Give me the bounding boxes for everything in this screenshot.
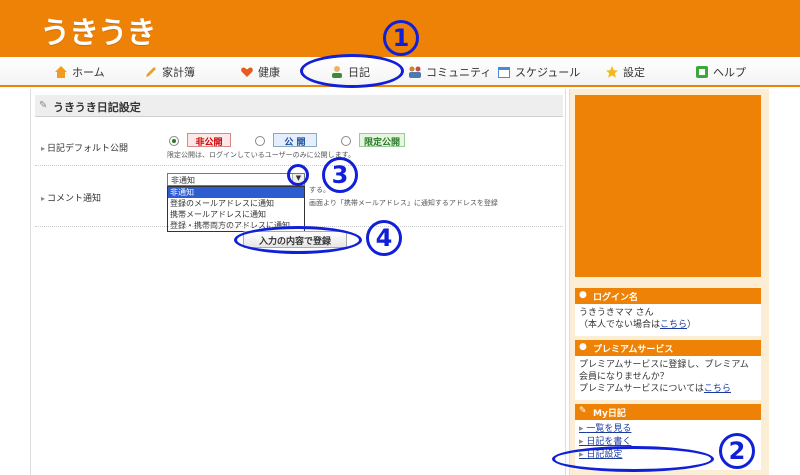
- people-icon: [409, 66, 421, 78]
- pencil-icon: [146, 67, 156, 77]
- page: うきうき ホーム 家計簿 健康 日記 コミュニティ スケジュール 設定 ヘルプ …: [0, 0, 800, 475]
- option-limited[interactable]: 限定公開: [359, 133, 405, 148]
- premium-heading: ● プレミアムサービス: [575, 340, 761, 356]
- annotation-ring-diary: [300, 54, 404, 88]
- radio-limited[interactable]: [341, 136, 351, 146]
- nav-label: 家計簿: [162, 66, 195, 79]
- login-name: うきうきママ さん: [579, 308, 654, 318]
- public-note: 限定公開は、ログインしているユーザーのみに公開します。: [167, 151, 355, 159]
- premium-body: プレミアムサービスに登録し、プレミアム会員になりませんか？ プレミアムサービスに…: [575, 356, 761, 400]
- nav-label: スケジュール: [515, 66, 581, 79]
- login-body: うきうきママ さん （本人でない場合はこちら）: [575, 304, 761, 336]
- ad-banner: [575, 95, 761, 277]
- main-content: ✎ うきうき日記設定 日記デフォルト公開 非公開 公 開 限定公開 限定公開は、…: [30, 89, 566, 475]
- nav-settings[interactable]: 設定: [605, 63, 645, 81]
- dropdown-option[interactable]: 非通知: [168, 187, 304, 198]
- nav-label: コミュニティ: [426, 66, 492, 79]
- help-book-icon: [696, 66, 708, 78]
- option-private[interactable]: 非公開: [187, 133, 231, 148]
- nav-help[interactable]: ヘルプ: [695, 63, 746, 81]
- pencil-icon: ✎: [39, 100, 48, 111]
- default-public-label: 日記デフォルト公開: [41, 141, 128, 154]
- sidebar: ● ログイン名 うきうきママ さん （本人でない場合はこちら） ● プレミアムサ…: [569, 89, 769, 475]
- comment-notify-label: コメント通知: [41, 191, 101, 204]
- not-you-line: （本人でない場合はこちら）: [579, 320, 697, 330]
- nav-schedule[interactable]: スケジュール: [497, 63, 580, 81]
- nav-health[interactable]: 健康: [240, 63, 280, 81]
- premium-text: プレミアムサービスに登録し、プレミアム会員になりませんか？: [579, 360, 749, 382]
- nav-label: ホーム: [72, 66, 105, 79]
- radio-private[interactable]: [169, 136, 179, 146]
- person-icon: ●: [579, 290, 587, 300]
- premium-more-link[interactable]: こちら: [704, 384, 731, 394]
- notify-note-2: 画面より「携帯メールアドレス」に通知するアドレスを登録: [309, 199, 498, 207]
- nav-home[interactable]: ホーム: [54, 63, 105, 81]
- dropdown-option[interactable]: 登録のメールアドレスに通知: [168, 198, 304, 209]
- annotation-ring-submit: [234, 226, 362, 254]
- calendar-icon: [498, 67, 510, 78]
- annotation-number-1: 1: [383, 20, 419, 56]
- person-icon: ●: [579, 342, 587, 352]
- site-logo[interactable]: うきうき: [40, 8, 156, 52]
- nav-household[interactable]: 家計簿: [144, 63, 195, 81]
- nav-community[interactable]: コミュニティ: [408, 63, 491, 81]
- not-you-link[interactable]: こちら: [660, 320, 687, 330]
- dropdown-option[interactable]: 携帯メールアドレスに通知: [168, 209, 304, 220]
- annotation-ring-dropdown: [287, 164, 309, 186]
- pencil-icon: ✎: [579, 406, 587, 416]
- nav-label: ヘルプ: [713, 66, 746, 79]
- radio-public[interactable]: [255, 136, 265, 146]
- annotation-number-2: 2: [719, 433, 755, 469]
- nav-label: 設定: [623, 66, 645, 79]
- annotation-ring-settings: [552, 446, 714, 472]
- option-public[interactable]: 公 開: [273, 133, 317, 148]
- heart-icon: [241, 67, 253, 77]
- nav-label: 健康: [258, 66, 280, 79]
- login-heading: ● ログイン名: [575, 288, 761, 304]
- annotation-number-3: 3: [322, 157, 358, 193]
- home-icon: [55, 66, 67, 78]
- annotation-number-4: 4: [366, 220, 402, 256]
- star-icon: [606, 66, 618, 78]
- section-title: ✎ うきうき日記設定: [35, 95, 563, 117]
- comment-notify-select[interactable]: 非通知 ▼: [167, 173, 305, 186]
- premium-more-line: プレミアムサービスについてはこちら: [579, 384, 731, 394]
- my-diary-heading: ✎ My日記: [575, 404, 761, 420]
